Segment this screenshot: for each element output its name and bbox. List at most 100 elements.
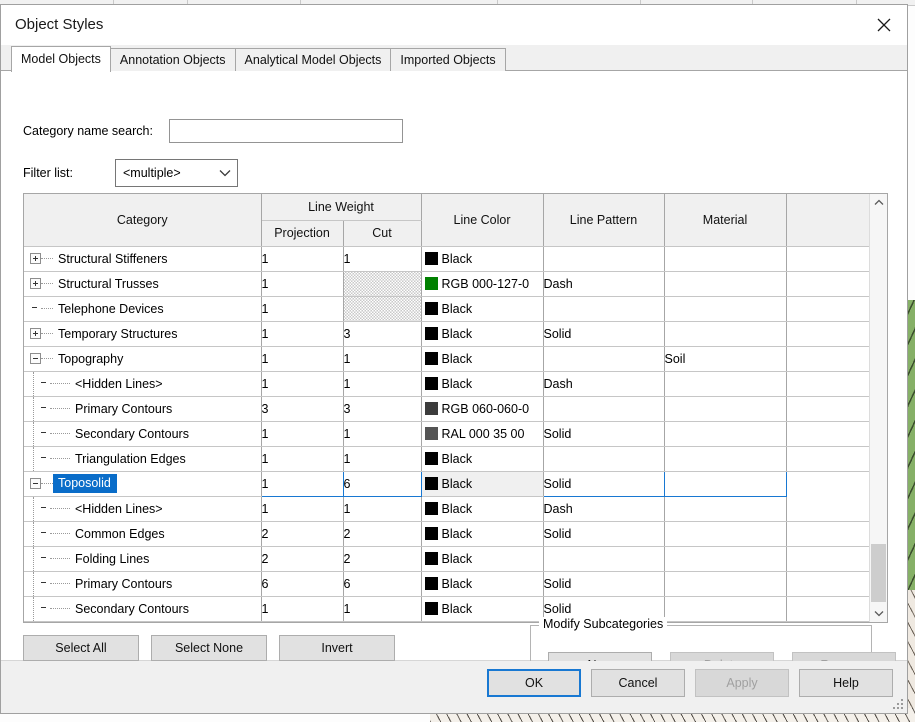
table-row[interactable]: Primary Contours 6 6 Black Solid <box>24 571 869 597</box>
cell-material[interactable] <box>664 446 787 472</box>
table-row[interactable]: Common Edges 2 2 Black Solid <box>24 521 869 547</box>
table-row[interactable]: <Hidden Lines> 1 1 Black Dash <box>24 496 869 522</box>
tab-imported-objects[interactable]: Imported Objects <box>390 48 506 72</box>
table-row[interactable]: Telephone Devices 1 Black <box>24 296 869 322</box>
table-row[interactable]: Temporary Structures 1 3 Black Solid <box>24 321 869 347</box>
cell-cut[interactable]: 3 <box>343 321 422 347</box>
cell-line-pattern[interactable] <box>543 546 665 572</box>
cell-projection[interactable]: 2 <box>261 521 344 547</box>
cell-line-pattern[interactable]: Solid <box>543 321 665 347</box>
cell-projection[interactable]: 1 <box>261 271 344 297</box>
cell-line-pattern[interactable] <box>543 346 665 372</box>
tab-annotation-objects[interactable]: Annotation Objects <box>109 48 236 72</box>
scrollbar-thumb[interactable] <box>871 544 886 602</box>
cell-cut[interactable]: 1 <box>343 371 422 397</box>
cell-line-color[interactable]: Black <box>421 621 544 622</box>
cell-material[interactable]: Soil <box>664 346 787 372</box>
cell-material[interactable] <box>664 246 787 272</box>
cell-cut[interactable]: 1 <box>343 446 422 472</box>
table-row[interactable]: Secondary Contours 1 1 Black Solid <box>24 596 869 622</box>
cell-projection[interactable]: 1 <box>261 321 344 347</box>
invert-button[interactable]: Invert <box>279 635 395 661</box>
table-row[interactable]: Primary Contours 3 3 RGB 060-060-0 <box>24 396 869 422</box>
cell-category[interactable]: Primary Contours <box>24 396 262 422</box>
cell-category[interactable]: Structural Stiffeners <box>24 246 262 272</box>
cell-category[interactable]: <Hidden Lines> <box>24 496 262 522</box>
cell-category[interactable]: Triangulation Edges <box>24 446 262 472</box>
cell-projection[interactable]: 1 <box>261 296 344 322</box>
cell-category[interactable]: Toposolid <box>24 471 262 497</box>
ok-button[interactable]: OK <box>487 669 581 697</box>
table-row[interactable]: Structural Stiffeners 1 1 Black <box>24 246 869 272</box>
tab-analytical-model-objects[interactable]: Analytical Model Objects <box>234 48 392 72</box>
cell-cut[interactable]: 1 <box>343 346 422 372</box>
cell-material[interactable] <box>664 521 787 547</box>
select-all-button[interactable]: Select All <box>23 635 139 661</box>
cell-cut[interactable]: 6 <box>343 571 422 597</box>
cell-cut[interactable]: 2 <box>343 521 422 547</box>
cell-category[interactable]: Folding Lines <box>24 546 262 572</box>
cell-material[interactable] <box>664 296 787 322</box>
cell-line-pattern[interactable] <box>543 246 665 272</box>
expand-icon[interactable] <box>30 253 41 264</box>
cell-projection[interactable]: 3 <box>261 396 344 422</box>
table-row[interactable]: Folding Lines 2 2 Black <box>24 546 869 572</box>
cell-material[interactable] <box>664 546 787 572</box>
cell-line-color[interactable]: Black <box>421 571 544 597</box>
select-none-button[interactable]: Select None <box>151 635 267 661</box>
column-header-line-color[interactable]: Line Color <box>421 194 544 247</box>
cell-material[interactable] <box>663 470 787 497</box>
cell-line-pattern[interactable]: Dash <box>543 371 665 397</box>
expand-icon[interactable] <box>30 328 41 339</box>
collapse-icon[interactable] <box>30 478 41 489</box>
cell-cut[interactable]: 1 <box>343 596 422 622</box>
cell-category[interactable]: Structural Trusses <box>24 271 262 297</box>
scrollbar-track[interactable] <box>870 211 887 605</box>
cell-category[interactable]: Secondary Contours <box>24 596 262 622</box>
cancel-button[interactable]: Cancel <box>591 669 685 697</box>
collapse-icon[interactable] <box>30 353 41 364</box>
cell-line-pattern[interactable] <box>543 396 665 422</box>
cell-cut[interactable]: 2 <box>343 546 422 572</box>
cell-line-color[interactable]: Black <box>421 321 544 347</box>
cell-category[interactable]: Common Edges <box>24 521 262 547</box>
cell-material[interactable] <box>664 596 787 622</box>
table-row[interactable]: Structural Trusses 1 RGB 000-127-0 Dash <box>24 271 869 297</box>
cell-line-color[interactable]: Black <box>421 596 544 622</box>
cell-line-pattern[interactable]: Solid <box>543 571 665 597</box>
cell-projection[interactable]: 1 <box>261 346 344 372</box>
cell-line-color[interactable]: Black <box>421 496 544 522</box>
cell-line-color[interactable]: RGB 000-127-0 <box>421 271 544 297</box>
cell-line-pattern[interactable]: Solid <box>543 421 665 447</box>
cell-projection[interactable]: 2 <box>261 621 344 622</box>
column-header-material[interactable]: Material <box>664 194 787 247</box>
cell-line-color[interactable]: RAL 000 35 00 <box>421 421 544 447</box>
cell-line-pattern[interactable] <box>543 296 665 322</box>
search-input[interactable] <box>168 119 403 143</box>
cell-line-color[interactable]: Black <box>421 446 544 472</box>
chevron-up-icon[interactable] <box>870 194 887 211</box>
cell-cut[interactable]: 1 <box>343 421 422 447</box>
cell-cut[interactable]: 2 <box>343 621 422 622</box>
cell-line-color[interactable]: Black <box>421 521 544 547</box>
cell-projection[interactable]: 1 <box>261 596 344 622</box>
help-button[interactable]: Help <box>799 669 893 697</box>
cell-line-pattern[interactable]: Dash <box>543 496 665 522</box>
cell-category[interactable]: Topography <box>24 346 262 372</box>
close-icon[interactable] <box>861 5 907 45</box>
cell-line-color[interactable]: Black <box>421 371 544 397</box>
cell-projection[interactable]: 6 <box>261 571 344 597</box>
cell-line-color[interactable]: Black <box>421 246 544 272</box>
cell-material[interactable] <box>664 371 787 397</box>
expand-icon[interactable] <box>30 278 41 289</box>
cell-material[interactable] <box>664 271 787 297</box>
cell-material[interactable] <box>664 396 787 422</box>
cell-category[interactable]: <Hidden Lines> <box>24 371 262 397</box>
cell-material[interactable] <box>664 321 787 347</box>
cell-category[interactable]: Split Lines <box>24 621 262 622</box>
cell-projection[interactable]: 1 <box>261 421 344 447</box>
table-row[interactable]: Toposolid 1 6 Black Solid <box>24 470 869 497</box>
cell-projection[interactable]: 1 <box>260 470 344 497</box>
cell-line-pattern[interactable]: Solid <box>542 470 665 497</box>
cell-line-color[interactable]: Black <box>421 296 544 322</box>
